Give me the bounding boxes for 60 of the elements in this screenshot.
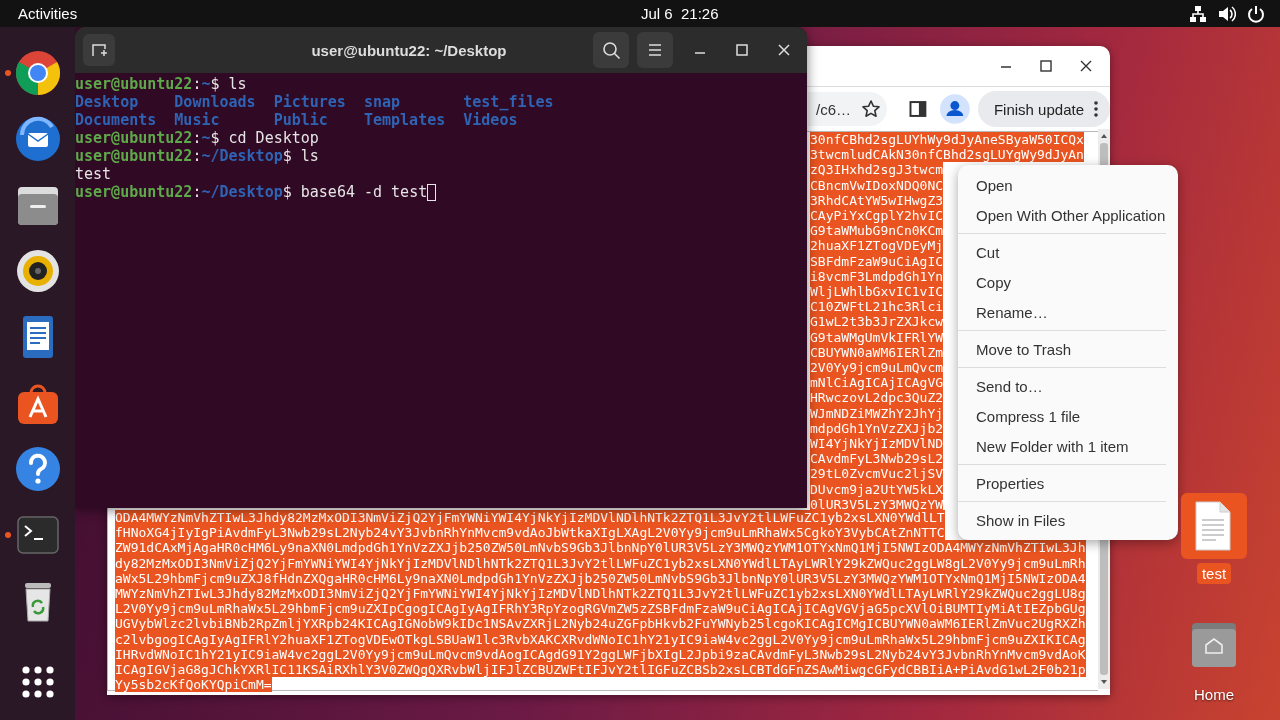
menu-item[interactable]: New Folder with 1 item	[958, 431, 1178, 461]
menu-item[interactable]: Properties	[958, 468, 1178, 498]
directory-name: Public	[273, 111, 329, 129]
prompt-path: ~	[201, 75, 211, 93]
terminal-text: $ cd Desktop	[210, 129, 319, 147]
power-icon[interactable]	[1247, 4, 1265, 23]
menu-item[interactable]: Open	[958, 170, 1178, 200]
terminal-text: :	[192, 183, 202, 201]
icon-label[interactable]: test	[1196, 563, 1232, 584]
directory-name: Downloads	[174, 93, 257, 111]
directory-name: Videos	[463, 111, 519, 129]
star-icon[interactable]	[861, 99, 881, 119]
mail-icon[interactable]	[13, 115, 62, 163]
terminal-text: $ ls	[210, 75, 247, 93]
prompt-path: ~	[201, 129, 211, 147]
menu-button[interactable]	[637, 32, 673, 68]
prompt-path: ~/Desktop	[201, 147, 283, 165]
volume-icon[interactable]	[1218, 4, 1236, 23]
url-text: /c6…	[816, 100, 851, 118]
menu-item[interactable]: Rename…	[958, 297, 1178, 327]
directory-name: Documents	[75, 111, 158, 129]
terminal-text: test	[75, 165, 112, 183]
menu-item[interactable]: Open With Other Application	[958, 200, 1178, 230]
kebab-menu-icon[interactable]	[1094, 101, 1098, 117]
directory-name: Music	[174, 111, 221, 129]
directory-name: Desktop	[75, 93, 140, 111]
menu-item[interactable]: Cut	[958, 237, 1178, 267]
terminal-text: :	[192, 147, 202, 165]
menu-item[interactable]: Compress 1 file	[958, 401, 1178, 431]
terminal-text: $ base64 -d test	[282, 183, 428, 201]
prompt-user: user@ubuntu22	[75, 183, 193, 201]
menu-item[interactable]: Send to…	[958, 371, 1178, 401]
menu-item[interactable]: Move to Trash	[958, 334, 1178, 364]
terminal-text: $ ls	[282, 147, 319, 165]
terminal-text: :	[192, 129, 202, 147]
menu-item[interactable]: Copy	[958, 267, 1178, 297]
directory-name: Templates	[363, 111, 447, 129]
menu-item[interactable]: Show in Files	[958, 505, 1178, 535]
activities-button[interactable]: Activities	[18, 5, 78, 22]
prompt-path: ~/Desktop	[201, 183, 283, 201]
profile-icon[interactable]	[940, 94, 970, 124]
new-tab-button[interactable]	[83, 34, 115, 66]
address-bar[interactable]: /c6…	[808, 92, 888, 126]
finish-update-button[interactable]: Finish update	[977, 91, 1110, 127]
search-button[interactable]	[593, 32, 629, 68]
terminal-text: :	[192, 75, 202, 93]
prompt-user: user@ubuntu22	[75, 75, 193, 93]
browser-icon[interactable]	[13, 49, 62, 97]
prompt-user: user@ubuntu22	[75, 129, 193, 147]
prompt-user: user@ubuntu22	[75, 147, 193, 165]
network-icon[interactable]	[1189, 4, 1207, 23]
directory-name: test_files	[463, 93, 555, 111]
help-icon[interactable]	[13, 445, 62, 493]
directory-name: Pictures	[273, 93, 347, 111]
file-icon[interactable]	[1181, 493, 1247, 559]
side-panel-icon[interactable]	[909, 100, 928, 118]
icon-label[interactable]: Home	[1189, 684, 1239, 705]
window-title: user@ubuntu22: ~/Desktop	[310, 41, 508, 59]
directory-name: snap	[363, 93, 402, 111]
clock[interactable]: Jul 6 21:26	[641, 5, 719, 22]
